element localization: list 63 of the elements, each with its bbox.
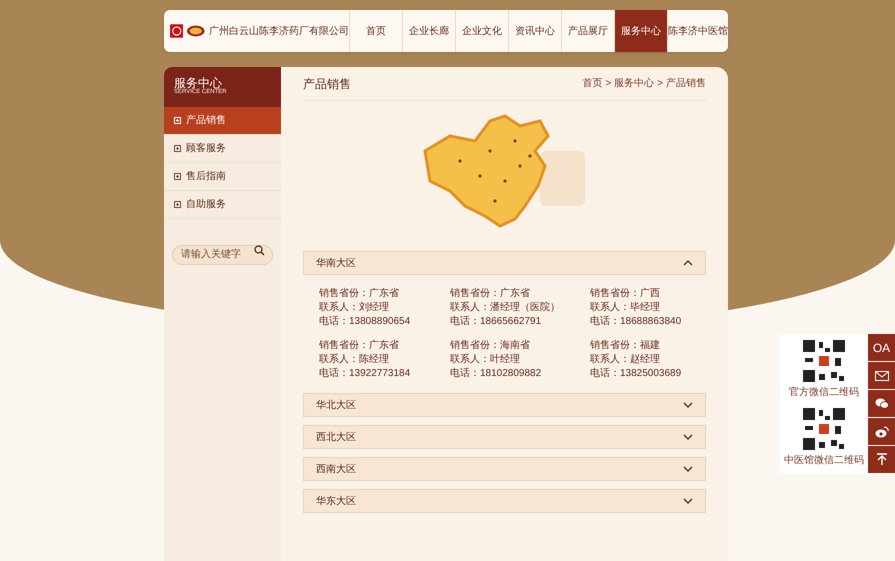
- region-header[interactable]: 华东大区: [303, 489, 706, 513]
- contact-province: 销售省份：海南省: [450, 341, 531, 351]
- top-button[interactable]: [868, 446, 895, 473]
- back-to-top-icon: [876, 453, 888, 466]
- contact-person: 联系人：毕经理: [590, 303, 661, 313]
- contact-person: 联系人：刘经理: [319, 303, 390, 313]
- mail-button[interactable]: [868, 362, 895, 389]
- nav-tab[interactable]: 首页: [349, 10, 402, 52]
- wechat-button[interactable]: [868, 390, 895, 417]
- contact-person: 联系人：赵经理: [590, 355, 661, 365]
- contact-person: 联系人：叶经理: [450, 355, 521, 365]
- nav-tab[interactable]: 企业长廊: [402, 10, 455, 52]
- nav-tab[interactable]: 企业文化: [455, 10, 508, 52]
- contact-province: 销售省份：广西: [590, 289, 661, 299]
- contact-province: 销售省份：广东省: [319, 341, 400, 351]
- company-name: 广州白云山陈李济药厂有限公司: [209, 24, 349, 38]
- contact-province: 销售省份：福建: [590, 341, 661, 351]
- sidebar-title: 服务中心: [174, 77, 222, 89]
- nav-tab[interactable]: 服务中心: [614, 10, 667, 52]
- oa-button[interactable]: OA: [868, 334, 895, 361]
- region-header[interactable]: 华北大区: [303, 393, 706, 417]
- breadcrumb-link[interactable]: 服务中心: [614, 76, 654, 91]
- region-header[interactable]: 西北大区: [303, 425, 706, 449]
- nav-tab[interactable]: 资讯中心: [508, 10, 561, 52]
- breadcrumb-separator: >: [657, 77, 663, 91]
- weibo-icon: [874, 426, 888, 438]
- qr-code-drawing: [801, 338, 847, 384]
- chat-bubbles-icon: [874, 398, 888, 409]
- qr-caption: 中医馆微信二维码: [784, 456, 864, 466]
- chevron-down-icon: [683, 402, 693, 408]
- search-field[interactable]: 请输入关键字: [172, 244, 273, 264]
- chevron-up-icon: [683, 260, 693, 266]
- chevron-down-icon: [683, 434, 693, 440]
- plus-square-icon: [174, 173, 181, 180]
- search-icon[interactable]: [254, 245, 265, 256]
- contact-person: 联系人：陈经理: [319, 355, 390, 365]
- region-header[interactable]: 华南大区: [303, 251, 706, 275]
- qr-caption: 官方微信二维码: [789, 388, 859, 398]
- contact-phone: 电话：13922773184: [319, 369, 412, 379]
- contact-phone: 电话：18665662791: [450, 317, 542, 327]
- contact-phone: 电话：13808890654: [319, 317, 412, 327]
- breadcrumb-link[interactable]: 首页: [582, 76, 602, 91]
- contact-person: 联系人：潘经理（医院）: [450, 303, 561, 313]
- contact-phone: 电话：18102809882: [450, 369, 542, 379]
- nav-tab[interactable]: 陈李济中医馆: [667, 10, 728, 52]
- page-title: 产品销售: [303, 76, 351, 92]
- contact-phone: 电话：13825003689: [590, 369, 682, 379]
- contact-province: 销售省份：广东省: [450, 289, 531, 299]
- sidebar-item[interactable]: 产品销售: [164, 107, 281, 135]
- chevron-down-icon: [683, 498, 693, 504]
- contact-province: 销售省份：广东省: [319, 289, 400, 299]
- plus-square-icon: [174, 117, 181, 124]
- breadcrumb-link[interactable]: 产品销售: [666, 76, 706, 91]
- contact-phone: 电话：18688863840: [590, 317, 682, 327]
- plus-square-icon: [174, 145, 181, 152]
- mail-icon: [874, 370, 888, 380]
- brand-seal-icon: [187, 23, 205, 39]
- qr-code-drawing: [801, 406, 847, 452]
- breadcrumb-separator: >: [605, 77, 612, 91]
- weibo-button[interactable]: [868, 418, 895, 445]
- plus-square-icon: [174, 201, 181, 208]
- region-header[interactable]: 西南大区: [303, 457, 706, 481]
- chevron-down-icon: [683, 466, 693, 472]
